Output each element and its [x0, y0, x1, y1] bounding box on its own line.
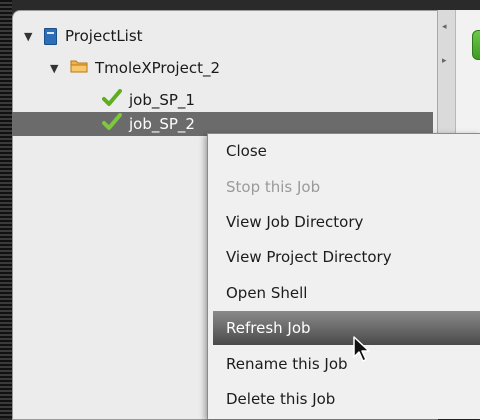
menu-item-label: View Project Directory — [226, 248, 392, 266]
context-menu: Close Stop this Job View Job Directory V… — [207, 133, 480, 419]
menu-item-refresh-job[interactable]: Refresh Job — [213, 311, 480, 345]
tree-item-projectlist[interactable]: ▼ ProjectList — [24, 24, 143, 48]
menu-item-delete-job[interactable]: Delete this Job — [209, 382, 480, 416]
menu-item-stop-job: Stop this Job — [209, 170, 480, 204]
tree-item-label: job_SP_2 — [129, 115, 195, 133]
menu-item-view-project-directory[interactable]: View Project Directory — [209, 240, 480, 274]
tree-item-label: TmoleXProject_2 — [95, 59, 220, 77]
menu-item-view-job-directory[interactable]: View Job Directory — [209, 205, 480, 239]
menu-item-label: Close — [226, 142, 267, 160]
menu-item-label: Delete this Job — [226, 390, 336, 408]
menu-item-label: View Job Directory — [226, 213, 364, 231]
tree-item-tmolexproject-2[interactable]: ▼ TmoleXProject_2 — [50, 56, 220, 80]
mouse-pointer-icon — [352, 335, 374, 369]
menu-item-label: Rename this Job — [226, 355, 348, 373]
menu-item-label: Refresh Job — [226, 319, 311, 337]
project-list-icon — [44, 27, 57, 45]
checkmark-icon — [102, 113, 122, 135]
menu-item-rename-job[interactable]: Rename this Job — [209, 347, 480, 381]
menu-item-label: Stop this Job — [226, 178, 321, 196]
expand-triangle-icon[interactable]: ▼ — [50, 62, 64, 75]
tree-item-job-sp-1[interactable]: job_SP_1 — [102, 88, 195, 112]
menu-item-open-shell[interactable]: Open Shell — [209, 276, 480, 310]
expand-right-icon[interactable]: ▸ — [442, 56, 447, 66]
collapse-left-icon[interactable]: ◂ — [442, 22, 447, 32]
expand-triangle-icon[interactable]: ▼ — [24, 30, 38, 43]
folder-icon — [70, 59, 88, 77]
menu-item-close[interactable]: Close — [209, 134, 480, 168]
tree-item-label: job_SP_1 — [129, 91, 195, 109]
checkmark-icon — [102, 89, 122, 111]
status-tab-icon[interactable] — [472, 30, 480, 60]
tree-item-job-sp-2[interactable]: job_SP_2 — [102, 112, 195, 136]
tree-item-label: ProjectList — [65, 27, 143, 45]
window-edge — [0, 0, 12, 418]
menu-item-label: Open Shell — [226, 284, 308, 302]
